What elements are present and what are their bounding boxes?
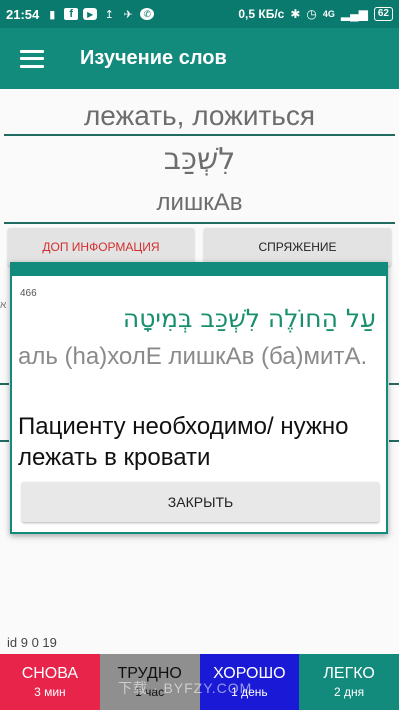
word-transliteration: лишкАв bbox=[156, 189, 243, 216]
status-right: 0,5 КБ/с ✱ ◷ 4G ▂▄▆ 62 bbox=[238, 7, 393, 21]
background-glyph: א bbox=[0, 300, 7, 311]
close-button[interactable]: ЗАКРЫТЬ bbox=[22, 482, 379, 522]
word-russian: лежать, ложиться bbox=[83, 100, 316, 131]
dialog-header-band bbox=[10, 262, 388, 276]
divider bbox=[4, 222, 395, 224]
background-line bbox=[389, 383, 399, 385]
upload-icon: ↥ bbox=[104, 8, 114, 21]
hard-interval: 1 час bbox=[135, 685, 165, 699]
good-interval: 1 день bbox=[231, 685, 268, 699]
notification-icons: ▮ f ▶ ↥ ✈ ✆ bbox=[45, 8, 155, 21]
easy-interval: 2 дня bbox=[334, 685, 365, 699]
phone-icon: ✆ bbox=[140, 8, 155, 20]
battery-icon: 62 bbox=[373, 7, 393, 21]
facebook-icon: f bbox=[64, 8, 79, 20]
good-label: ХОРОШО bbox=[213, 665, 286, 682]
status-bar: 21:54 ▮ f ▶ ↥ ✈ ✆ 0,5 КБ/с ✱ ◷ 4G ▂▄▆ 62 bbox=[0, 0, 399, 28]
answer-buttons: СНОВА 3 мин ТРУДНО 1 час ХОРОШО 1 день Л… bbox=[0, 654, 399, 710]
more-info-button[interactable]: ДОП ИНФОРМАЦИЯ bbox=[8, 228, 194, 266]
example-id: 466 bbox=[20, 288, 37, 299]
example-transliteration: аль (hа)холЕ лишкАв (ба)митА. bbox=[18, 343, 368, 370]
easy-label: ЛЕГКО bbox=[323, 665, 375, 682]
again-label: СНОВА bbox=[21, 665, 79, 682]
word-hebrew: לִשְׁכַּב bbox=[163, 142, 236, 177]
hard-button[interactable]: ТРУДНО 1 час bbox=[99, 654, 200, 710]
app-bar: Изучение слов bbox=[0, 28, 399, 89]
background-line bbox=[389, 440, 399, 442]
background-line bbox=[0, 383, 9, 385]
signal-icon: ▂▄▆ bbox=[340, 7, 368, 21]
youtube-icon: ▶ bbox=[83, 8, 98, 20]
card-counter: id 9 0 19 bbox=[7, 635, 57, 650]
dialog-body: 466 עַל הַחוֹלֶה לִשְׁכַּב בְּמִיטָה аль… bbox=[10, 276, 388, 534]
hard-label: ТРУДНО bbox=[117, 665, 182, 682]
easy-button[interactable]: ЛЕГКО 2 дня bbox=[299, 654, 399, 710]
good-button[interactable]: ХОРОШО 1 день bbox=[199, 654, 300, 710]
alarm-icon: ◷ bbox=[306, 7, 317, 21]
bluetooth-icon: ✱ bbox=[290, 7, 301, 21]
background-line bbox=[0, 440, 9, 442]
again-interval: 3 мин bbox=[34, 685, 66, 699]
conjugation-button[interactable]: СПРЯЖЕНИЕ bbox=[204, 228, 391, 266]
status-time: 21:54 bbox=[6, 6, 40, 22]
network-speed: 0,5 КБ/с bbox=[238, 7, 285, 21]
example-translation: Пациенту необходимо/ нужно лежать в кров… bbox=[18, 413, 349, 471]
page-title: Изучение слов bbox=[80, 47, 227, 69]
example-dialog: 466 עַל הַחוֹלֶה לִשְׁכַּב בְּמִיטָה аль… bbox=[10, 262, 388, 534]
again-button[interactable]: СНОВА 3 мин bbox=[0, 654, 100, 710]
network-type: 4G bbox=[322, 9, 335, 19]
divider bbox=[4, 134, 395, 136]
sim-icon: ▮ bbox=[49, 8, 56, 21]
accessibility-icon: ✈ bbox=[123, 8, 133, 21]
menu-icon[interactable] bbox=[20, 49, 44, 68]
example-hebrew: עַל הַחוֹלֶה לִשְׁכַּב בְּמִיטָה bbox=[122, 304, 376, 333]
app-screen: 21:54 ▮ f ▶ ↥ ✈ ✆ 0,5 КБ/с ✱ ◷ 4G ▂▄▆ 62… bbox=[0, 0, 399, 710]
